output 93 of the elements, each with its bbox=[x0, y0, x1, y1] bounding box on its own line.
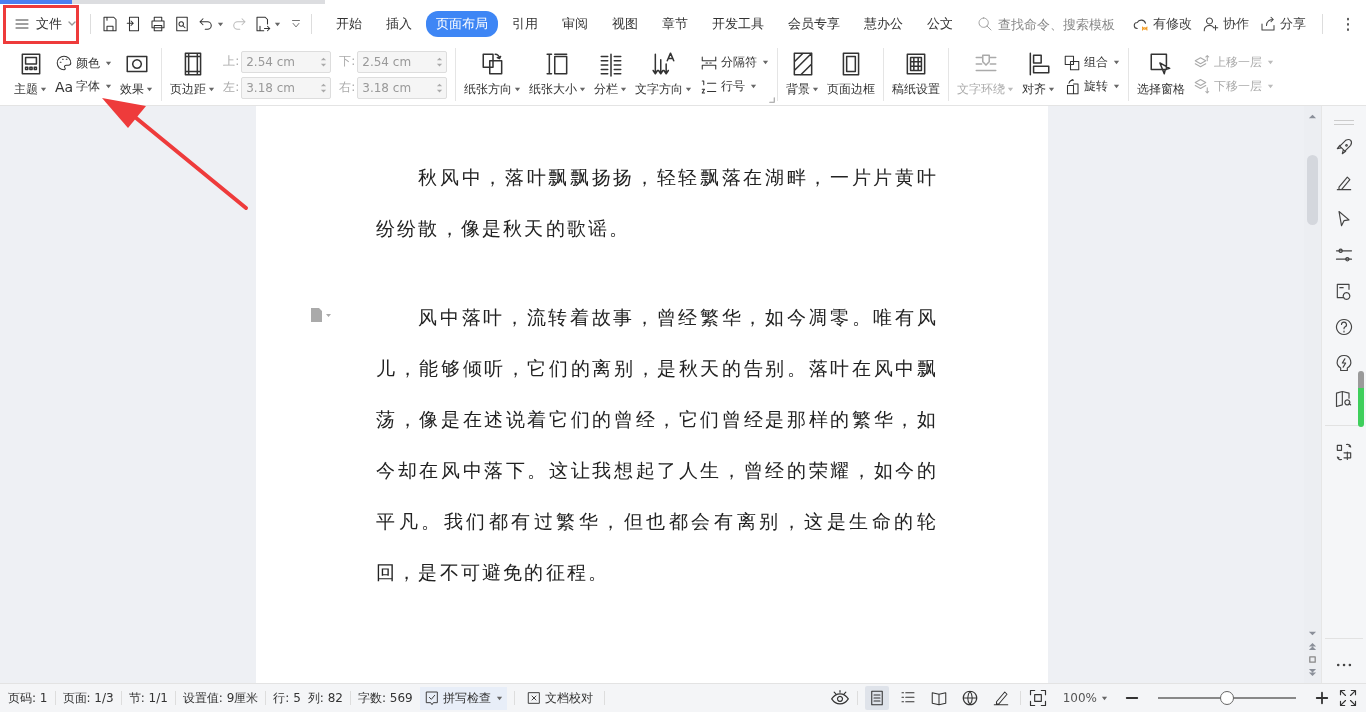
proofread-button[interactable]: 文档校对 bbox=[521, 686, 597, 710]
caret-icon bbox=[1101, 694, 1108, 702]
save-as-icon bbox=[254, 15, 272, 33]
ribbon-button[interactable]: 文字方向 bbox=[635, 51, 693, 98]
ribbon-button[interactable]: 背景 bbox=[786, 51, 820, 98]
check-icon bbox=[423, 690, 440, 706]
text-direction-icon bbox=[650, 51, 677, 77]
ribbon-button[interactable]: 主题 bbox=[14, 51, 47, 98]
ribbon-button[interactable]: 纸张大小 bbox=[529, 51, 587, 98]
lightning-icon[interactable] bbox=[1334, 353, 1354, 373]
previous-page-icon[interactable] bbox=[1308, 642, 1317, 651]
menu-tab[interactable]: 章节 bbox=[652, 11, 698, 37]
ribbon-button[interactable]: 对齐 bbox=[1022, 51, 1056, 98]
menu-icon bbox=[14, 16, 30, 32]
web-view-icon bbox=[960, 689, 979, 707]
group-icon bbox=[1063, 53, 1082, 72]
field-label: 下: bbox=[339, 53, 356, 70]
search-icon bbox=[977, 16, 993, 32]
field-label: 左: bbox=[223, 79, 240, 96]
status-item: 页面: 1/3 bbox=[62, 689, 114, 707]
header-action-button[interactable]: 有修改 bbox=[1132, 15, 1192, 33]
breaks-icon bbox=[700, 53, 719, 72]
view-mode-button[interactable] bbox=[864, 686, 889, 710]
paragraph-handle-icon[interactable] bbox=[308, 307, 334, 323]
print-icon bbox=[149, 15, 167, 33]
translate-icon[interactable] bbox=[1334, 442, 1354, 462]
ribbon-button[interactable]: 组合 bbox=[1063, 53, 1121, 72]
save-icon bbox=[101, 15, 119, 33]
status-item: 节: 1/1 bbox=[128, 689, 168, 707]
palette-icon bbox=[55, 54, 73, 72]
menu-tab[interactable]: 慧办公 bbox=[854, 11, 913, 37]
ribbon-button[interactable]: 分栏 bbox=[594, 51, 628, 98]
menu-tab[interactable]: 会员专享 bbox=[778, 11, 850, 37]
fit-page-icon[interactable] bbox=[1027, 688, 1048, 708]
preview-icon bbox=[173, 15, 191, 33]
menu-tab[interactable]: 审阅 bbox=[552, 11, 598, 37]
ribbon-button[interactable]: 效果 bbox=[120, 51, 154, 98]
share-icon bbox=[1259, 15, 1277, 33]
caret-icon bbox=[68, 20, 76, 28]
slider-thumb[interactable] bbox=[1220, 691, 1234, 705]
line-numbers-icon bbox=[700, 77, 719, 96]
spell-check-button[interactable]: 拼写检查 bbox=[419, 686, 507, 710]
scroll-down-icon[interactable] bbox=[1308, 629, 1317, 638]
status-item: 行: 5 bbox=[273, 689, 301, 707]
ribbon-button[interactable]: 页面边框 bbox=[827, 51, 876, 98]
ribbon-button[interactable]: 颜色 bbox=[55, 54, 113, 72]
document-paragraph: 风中落叶，流转着故事，曾经繁华，如今凋零。唯有风儿，能够倾听，它们的离别，是秋天的告别。落叶在风中飘荡，像是在述说着它们的曾经，它们曾经是那样的繁华，如今却在风中落下。这让我想起了人生，曾经的荣耀，如今的平凡。我们都有过繁华，但也都会有离别，这是生命的轮回，是不可避免的征程。 bbox=[376, 306, 938, 585]
undo-icon bbox=[197, 15, 215, 33]
redo-icon bbox=[230, 15, 248, 33]
header-action-button[interactable]: 分享 bbox=[1259, 15, 1306, 33]
status-item: 列: 82 bbox=[307, 689, 343, 707]
caret-icon bbox=[217, 20, 224, 28]
menu-tab[interactable]: 公文 bbox=[917, 11, 963, 37]
ribbon-button[interactable]: Aa 字体 bbox=[55, 78, 113, 95]
send-backward-icon bbox=[1193, 77, 1212, 96]
fullscreen-icon[interactable] bbox=[1338, 688, 1358, 708]
field-label: 右: bbox=[339, 79, 356, 96]
caret-icon bbox=[274, 20, 281, 28]
scrollbar-thumb[interactable] bbox=[1307, 155, 1318, 225]
search-field[interactable]: 查找命令、搜索模板 bbox=[977, 15, 1130, 33]
reading-view-icon bbox=[929, 689, 948, 707]
zoom-in-icon[interactable] bbox=[1313, 689, 1331, 707]
menu-tab[interactable]: 开发工具 bbox=[702, 11, 774, 37]
zoom-level-dropdown[interactable]: 100% bbox=[1062, 691, 1108, 705]
status-item: 字数: 569 bbox=[358, 689, 413, 707]
ribbon-button[interactable]: 页边距 bbox=[170, 51, 216, 98]
file-menu-button[interactable]: 文件 bbox=[8, 11, 82, 37]
next-page-icon[interactable] bbox=[1308, 668, 1317, 677]
menu-tab[interactable]: 视图 bbox=[602, 11, 648, 37]
menu-tab[interactable]: 开始 bbox=[326, 11, 372, 37]
ribbon-button[interactable]: 旋转 bbox=[1063, 77, 1121, 96]
writing-view-icon bbox=[991, 689, 1010, 707]
scroll-up-icon[interactable] bbox=[1308, 112, 1317, 121]
header-action-button[interactable]: 协作 bbox=[1202, 15, 1249, 33]
help-icon[interactable] bbox=[1334, 317, 1354, 337]
book-search-icon[interactable] bbox=[1334, 389, 1354, 409]
ribbon-button[interactable]: 稿纸设置 bbox=[892, 51, 941, 98]
status-item: 设置值: 9厘米 bbox=[182, 689, 259, 707]
menu-tab[interactable]: 页面布局 bbox=[426, 11, 498, 37]
ribbon-button[interactable]: 选择窗格 bbox=[1137, 51, 1186, 98]
vertical-scrollbar[interactable] bbox=[1304, 106, 1321, 683]
caret-icon bbox=[495, 694, 503, 702]
ribbon-button[interactable]: 分隔符 bbox=[700, 53, 770, 72]
status-item: 页码: 1 bbox=[8, 689, 48, 707]
menu-tab[interactable]: 引用 bbox=[502, 11, 548, 37]
x-box-icon bbox=[525, 690, 542, 706]
document-paragraph: 秋风中，落叶飘飘扬扬，轻轻飘落在湖畔，一片片黄叶纷纷散，像是秋天的歌谣。 bbox=[376, 166, 938, 241]
ribbon-button[interactable]: 行号 bbox=[700, 77, 770, 96]
add-person-icon bbox=[1202, 15, 1220, 33]
field-label: 上: bbox=[223, 53, 240, 70]
ribbon-button[interactable]: 纸张方向 bbox=[464, 51, 522, 98]
rocket-icon[interactable] bbox=[1334, 137, 1354, 157]
menu-tab[interactable]: 插入 bbox=[376, 11, 422, 37]
